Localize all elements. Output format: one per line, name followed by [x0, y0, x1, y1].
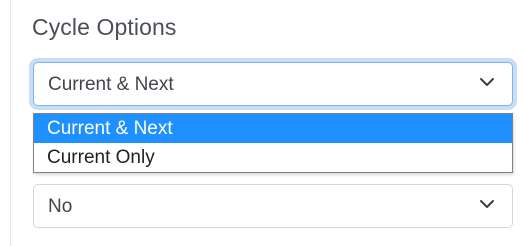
cycle-options-label: Cycle Options: [32, 14, 177, 40]
chevron-down-icon: [480, 78, 494, 86]
option-current-and-next[interactable]: Current & Next: [34, 114, 512, 143]
second-select-value: No: [48, 196, 73, 217]
option-current-only[interactable]: Current Only: [34, 143, 512, 172]
chevron-down-icon: [480, 200, 494, 208]
second-select[interactable]: No: [33, 184, 513, 228]
cycle-options-selected-value: Current & Next: [48, 74, 174, 95]
form-panel: Cycle Options Current & Next No Current …: [0, 0, 525, 246]
cycle-options-select[interactable]: Current & Next: [33, 62, 513, 106]
panel-divider: [10, 0, 11, 246]
cycle-options-dropdown-list: Current & Next Current Only: [33, 113, 513, 173]
